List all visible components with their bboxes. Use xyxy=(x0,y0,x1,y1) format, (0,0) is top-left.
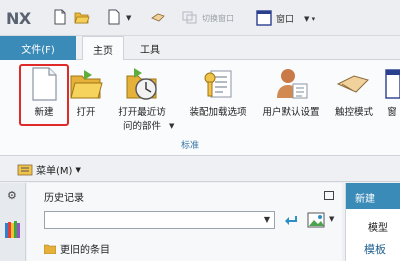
touch-mode-label: 触控模式 xyxy=(334,107,373,118)
older-items-label: 更旧的条目 xyxy=(60,245,110,256)
menu-label: 菜单(M) xyxy=(36,166,73,177)
history-older-items[interactable]: 更旧的条目 xyxy=(44,241,110,256)
menu-dropdown-icon: ▼ xyxy=(75,165,81,174)
open-folder-icon xyxy=(70,70,103,99)
user-defaults-button[interactable]: 用户默认设置 xyxy=(256,62,326,119)
recent-clock-icon xyxy=(126,68,157,100)
window-icon[interactable] xyxy=(256,10,272,26)
assembly-options-icon xyxy=(204,70,232,98)
view-thumbnails-icon[interactable] xyxy=(307,211,325,229)
maximize-icon[interactable] xyxy=(324,191,334,200)
open-recent-label-line2: 问的部件 xyxy=(122,121,161,132)
window-menu-label[interactable]: 窗口 xyxy=(276,12,294,25)
switch-window-icon[interactable] xyxy=(182,9,198,25)
ribbon-group-label: 标准 xyxy=(180,141,199,151)
chevron-down-icon[interactable]: ▼ xyxy=(264,215,270,224)
history-panel: 历史记录 ▼ ▼ 更旧的条目 xyxy=(27,183,342,261)
window-dropdown-icon[interactable]: ▼ ▾ xyxy=(304,15,315,23)
menu-button[interactable]: 菜单(M) ▼ xyxy=(17,162,81,177)
open-label: 打开 xyxy=(76,107,96,118)
new-file-icon[interactable] xyxy=(52,9,68,25)
new-dialog-title: 新建 xyxy=(346,183,400,209)
open-recent-label-line1: 打开最近访 xyxy=(118,107,166,118)
palette-books-icon[interactable] xyxy=(5,221,21,239)
history-filter-combo[interactable]: ▼ xyxy=(44,211,275,229)
open-recent-button[interactable]: 打开最近访 问的部件 xyxy=(110,62,174,133)
user-settings-icon xyxy=(277,69,308,99)
window-large-icon xyxy=(385,69,400,99)
settings-gear-icon[interactable]: ⚙ xyxy=(7,189,17,202)
quick-access-toolbar: NX ▼ 切换窗口 窗口 ▼ ▾ xyxy=(0,0,400,36)
tab-model[interactable]: 模型 xyxy=(368,219,388,234)
touch-hand-icon xyxy=(336,75,369,93)
tab-template[interactable]: 模板 xyxy=(364,241,386,257)
new-dialog-panel: 新建 模型 模板 xyxy=(345,183,400,261)
switch-window-label[interactable]: 切换窗口 xyxy=(202,13,234,24)
new-button-highlight xyxy=(19,64,69,126)
window-label: 窗 xyxy=(387,107,397,118)
assembly-load-options-label: 装配加载选项 xyxy=(189,107,247,118)
chevron-down-icon[interactable]: ▼ xyxy=(126,14,131,22)
open-folder-icon[interactable] xyxy=(74,9,90,25)
tab-file[interactable]: 文件(F) xyxy=(0,36,76,60)
open-recent-dropdown-icon[interactable]: ▼ xyxy=(169,122,174,130)
ribbon-tabs: 文件(F) 主页 工具 xyxy=(0,36,400,61)
assembly-load-options-button[interactable]: 装配加载选项 xyxy=(183,62,253,119)
view-dropdown-icon[interactable]: ▼ xyxy=(329,215,334,223)
touch-mode-button[interactable]: 触控模式 xyxy=(330,62,378,119)
tab-tools[interactable]: 工具 xyxy=(130,36,170,60)
window-button[interactable]: 窗 xyxy=(384,62,400,119)
new-dropdown-icon[interactable] xyxy=(106,9,122,25)
tab-home[interactable]: 主页 xyxy=(82,36,124,61)
user-defaults-label: 用户默认设置 xyxy=(262,107,320,118)
touch-mode-icon[interactable] xyxy=(150,9,166,25)
folder-icon xyxy=(44,244,56,254)
back-arrow-icon[interactable] xyxy=(283,212,299,228)
app-logo: NX xyxy=(6,9,31,28)
menu-bar: 菜单(M) ▼ xyxy=(0,156,400,182)
history-panel-title: 历史记录 xyxy=(44,193,84,204)
resource-bar: ⚙ xyxy=(0,183,26,261)
menu-icon xyxy=(17,164,33,175)
open-button[interactable]: 打开 xyxy=(66,62,106,119)
